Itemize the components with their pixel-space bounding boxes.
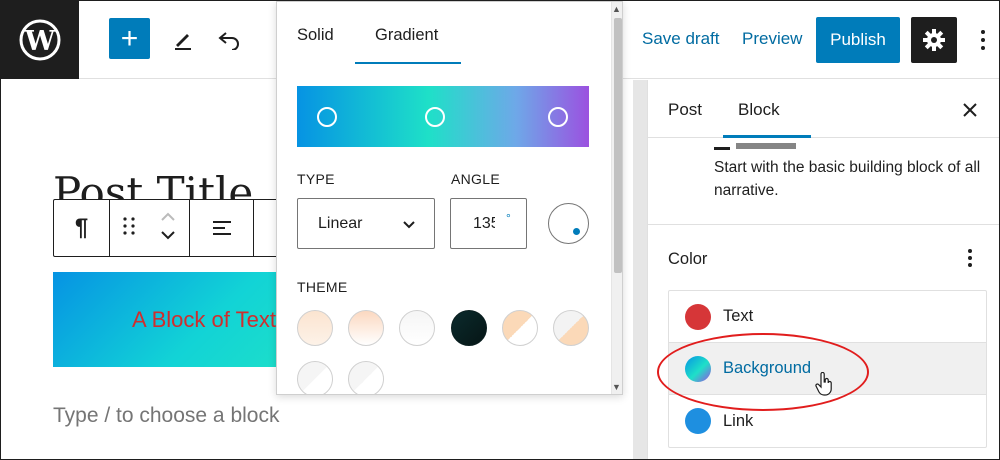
close-icon[interactable]: [958, 98, 982, 122]
text-block-content[interactable]: A Block of Text: [132, 307, 276, 333]
paragraph-icon[interactable]: ¶: [54, 200, 110, 256]
color-item-label: Text: [723, 307, 754, 325]
active-tab-indicator: [355, 62, 461, 64]
add-block-button[interactable]: +: [109, 18, 150, 59]
scroll-down-arrow-icon[interactable]: ▼: [612, 382, 621, 392]
block-toolbar: ¶: [53, 199, 293, 257]
gradient-swatch[interactable]: [502, 310, 538, 346]
scrollbar-thumb[interactable]: [614, 18, 622, 273]
drag-handle-icon[interactable]: [122, 216, 136, 241]
gradient-preview-bar[interactable]: [297, 86, 589, 147]
svg-text:W: W: [24, 26, 56, 57]
angle-label: ANGLE: [451, 171, 500, 187]
gradient-stop-handle[interactable]: [425, 107, 445, 127]
align-left-icon[interactable]: [190, 200, 254, 256]
paragraph-symbol: ¶: [74, 214, 89, 241]
gradient-text-block[interactable]: A Block of Text: [53, 272, 303, 367]
tab-solid[interactable]: Solid: [297, 26, 334, 45]
options-more-icon[interactable]: [971, 23, 995, 57]
wordpress-logo-icon[interactable]: W: [1, 1, 79, 79]
app-window: W + Save draft Preview Publish Post Titl…: [0, 0, 1000, 460]
move-controls: [110, 200, 190, 256]
save-draft-button[interactable]: Save draft: [642, 29, 720, 49]
gradient-swatch[interactable]: [399, 310, 435, 346]
angle-picker-dial[interactable]: [548, 203, 589, 244]
angle-number-input[interactable]: 135 °: [450, 198, 527, 249]
chevron-down-icon: [402, 217, 416, 235]
gradient-type-select[interactable]: Linear: [297, 198, 435, 249]
preview-button[interactable]: Preview: [742, 29, 802, 49]
type-select-value: Linear: [318, 214, 363, 232]
move-up-down-icon[interactable]: [159, 209, 177, 248]
pencil-icon[interactable]: [167, 23, 199, 55]
angle-value: 135: [473, 214, 495, 232]
settings-gear-icon[interactable]: [911, 17, 957, 63]
gradient-swatch[interactable]: [451, 310, 487, 346]
theme-label: THEME: [297, 279, 348, 295]
block-card-title-clipped: [714, 140, 834, 150]
block-description: Start with the basic building block of a…: [714, 159, 981, 199]
scroll-up-arrow-icon[interactable]: ▲: [612, 4, 621, 14]
hand-pointer-cursor-icon: [815, 371, 833, 401]
color-options-more-icon[interactable]: [960, 246, 980, 270]
gradient-stop-handle[interactable]: [548, 107, 568, 127]
tab-gradient[interactable]: Gradient: [375, 26, 438, 45]
publish-button[interactable]: Publish: [816, 17, 900, 63]
divider: [648, 224, 999, 225]
link-color-swatch: [685, 408, 711, 434]
gradient-swatch[interactable]: [348, 310, 384, 346]
highlight-ellipse-annotation: [657, 333, 869, 411]
type-label: TYPE: [297, 171, 335, 187]
degree-unit: °: [506, 211, 511, 225]
color-panel-title: Color: [668, 250, 708, 268]
gradient-stop-handle[interactable]: [317, 107, 337, 127]
text-color-swatch: [685, 303, 711, 330]
tab-post[interactable]: Post: [668, 100, 702, 120]
block-placeholder[interactable]: Type / to choose a block: [53, 404, 279, 428]
popover-scrollbar[interactable]: [611, 2, 622, 394]
tab-block[interactable]: Block: [738, 100, 780, 120]
gradient-swatch[interactable]: [553, 310, 589, 346]
gradient-swatch[interactable]: [348, 361, 384, 394]
gradient-swatch[interactable]: [297, 310, 333, 346]
color-item-label: Link: [723, 411, 754, 430]
color-item-text[interactable]: Text: [669, 291, 986, 343]
editor-scrollbar[interactable]: [633, 80, 647, 459]
sidebar-tabs: Post Block: [648, 80, 999, 138]
angle-indicator-dot: [573, 228, 580, 235]
gradient-swatch[interactable]: [297, 361, 333, 394]
undo-icon[interactable]: [213, 23, 245, 55]
gradient-picker-popover: Solid Gradient TYPE ANGLE Linear 135 ° T…: [276, 1, 623, 395]
active-tab-indicator: [723, 135, 811, 138]
